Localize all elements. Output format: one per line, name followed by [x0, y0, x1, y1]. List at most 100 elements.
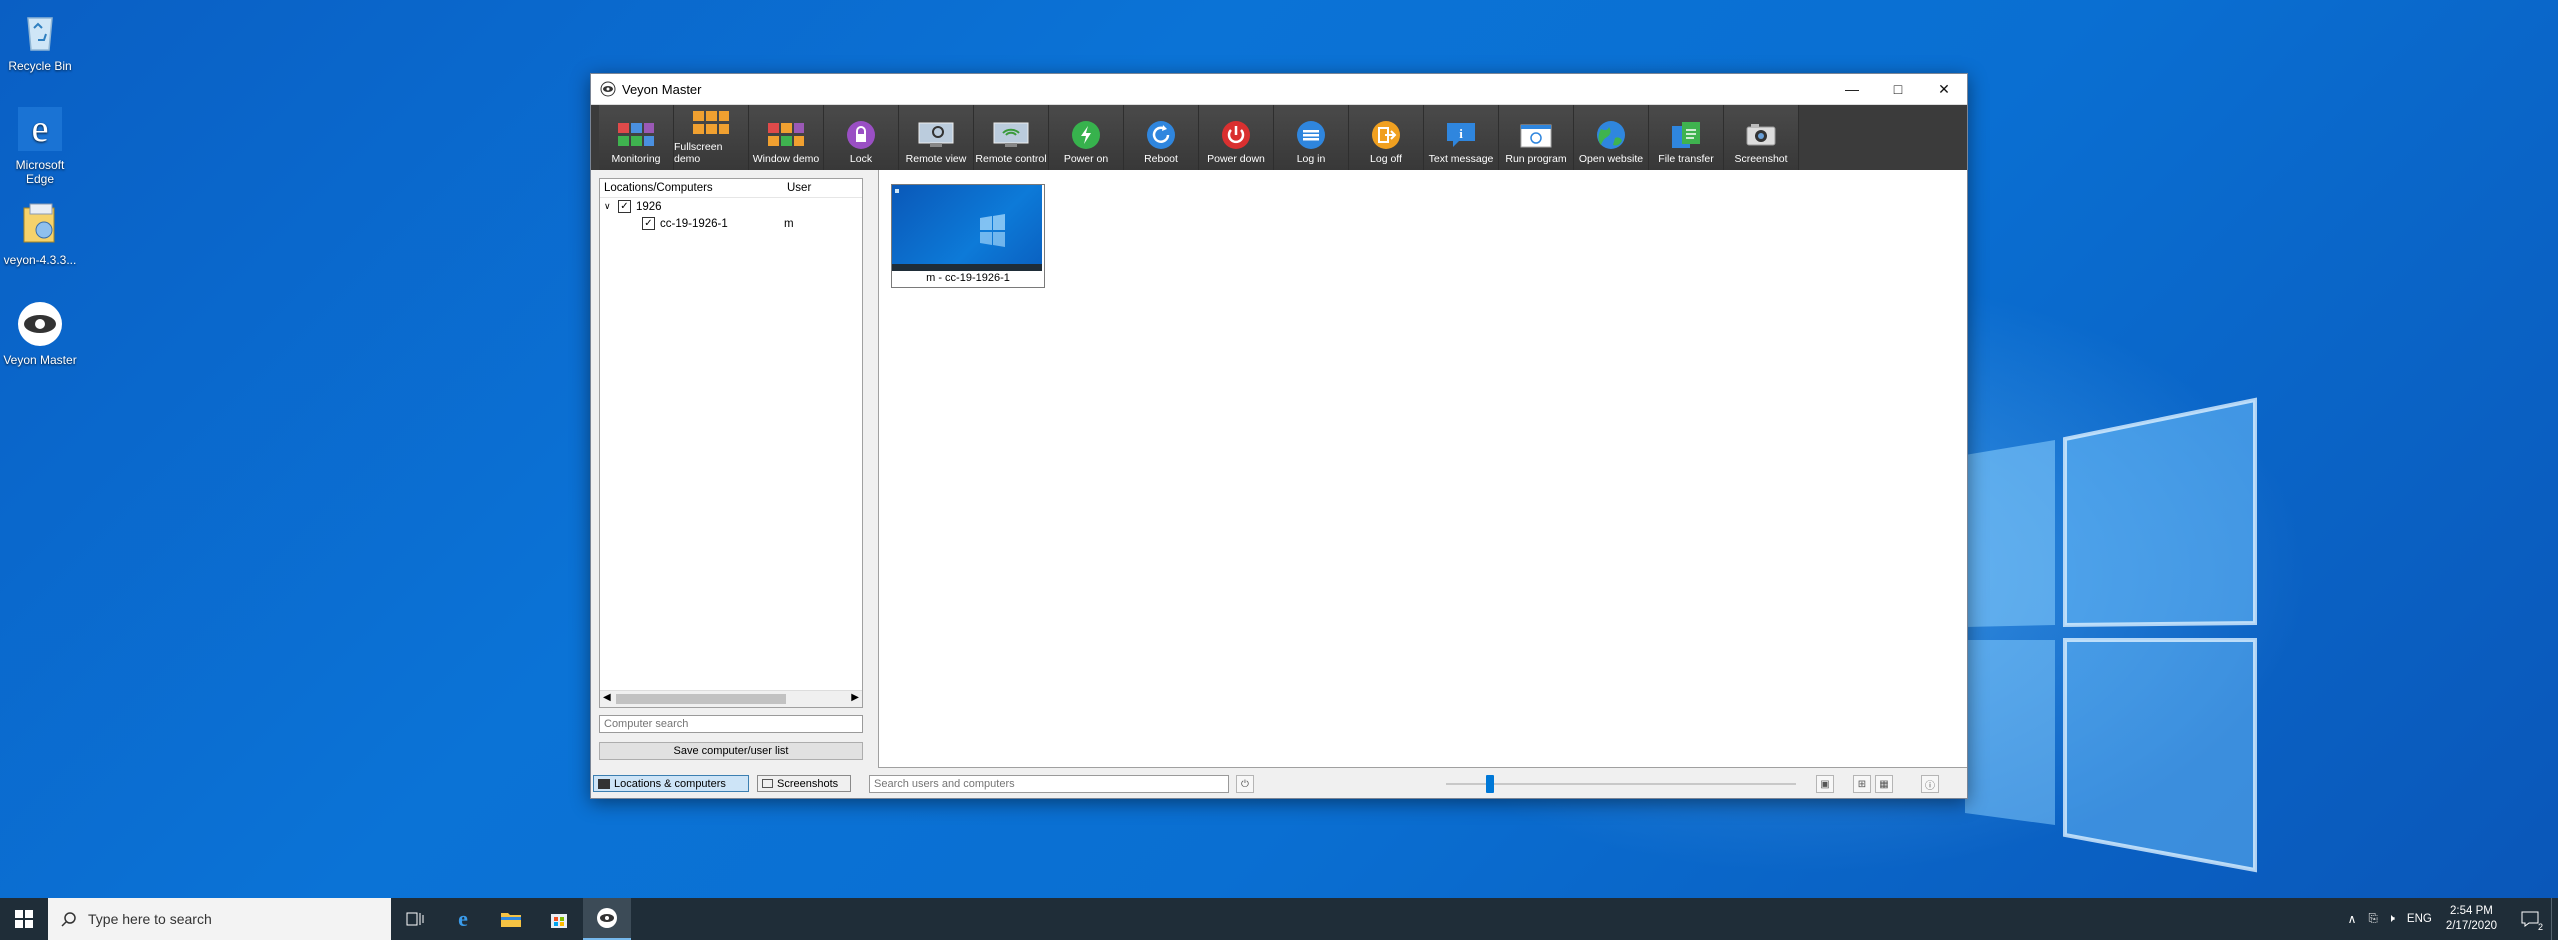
- preview-windows-logo: [892, 189, 1042, 271]
- scroll-left-icon[interactable]: ◀: [603, 692, 611, 703]
- desktop-icon-recycle-bin[interactable]: Recycle Bin: [0, 6, 80, 73]
- toolbar-file-transfer-button[interactable]: File transfer: [1649, 105, 1724, 170]
- toolbar-label: Text message: [1428, 153, 1494, 165]
- task-view-button[interactable]: [391, 898, 439, 940]
- desktop-icon-label: Microsoft Edge: [15, 158, 65, 186]
- desktop-icon-label: Veyon Master: [3, 353, 77, 367]
- action-center-button[interactable]: 2: [2515, 898, 2545, 940]
- minimize-button[interactable]: —: [1829, 74, 1875, 104]
- zoom-slider-track[interactable]: [1446, 783, 1796, 785]
- search-users-computers-input[interactable]: [869, 775, 1229, 793]
- clock[interactable]: 2:54 PM 2/17/2020: [2446, 904, 2497, 934]
- toolbar-window-demo-button[interactable]: Window demo: [749, 105, 824, 170]
- toolbar-lock-button[interactable]: Lock: [824, 105, 899, 170]
- windows-start-icon: [15, 910, 33, 928]
- desktop-icon-veyon-master[interactable]: Veyon Master: [0, 300, 80, 367]
- open-website-icon: [1597, 121, 1625, 149]
- edge-icon: e: [18, 107, 62, 151]
- power-on-icon: [1072, 121, 1100, 149]
- scrollbar-thumb[interactable]: [616, 694, 786, 704]
- toolbar-label: Screenshot: [1734, 153, 1788, 165]
- toolbar-reboot-button[interactable]: Reboot: [1124, 105, 1199, 170]
- toolbar-label: Reboot: [1144, 153, 1178, 165]
- fullscreen-demo-icon: [693, 111, 729, 134]
- run-program-icon: [1520, 124, 1552, 148]
- language-indicator[interactable]: ENG: [2407, 913, 2432, 925]
- toolbar-label: Lock: [849, 153, 873, 165]
- file-transfer-icon: [1672, 122, 1700, 148]
- align-grid-button[interactable]: ▦: [1875, 775, 1893, 793]
- tab-screenshots[interactable]: Screenshots: [757, 775, 851, 792]
- taskbar-search-box[interactable]: Type here to search: [48, 898, 391, 940]
- taskbar-file-explorer-button[interactable]: [487, 898, 535, 940]
- network-icon[interactable]: ⎘: [2368, 913, 2377, 926]
- taskbar-edge-button[interactable]: e: [439, 898, 487, 940]
- toolbar-monitoring-button[interactable]: Monitoring: [599, 105, 674, 170]
- horizontal-scrollbar[interactable]: ◀ ▶: [600, 690, 862, 707]
- maximize-icon: □: [1893, 81, 1903, 97]
- about-button[interactable]: ⓘ: [1921, 775, 1939, 793]
- toolbar-label: Log off: [1370, 153, 1402, 165]
- toolbar-label: Power down: [1207, 153, 1265, 165]
- computer-tile[interactable]: m - cc-19-1926-1: [891, 184, 1045, 288]
- toolbar-open-website-button[interactable]: Open website: [1574, 105, 1649, 170]
- veyon-eye-icon: [18, 302, 62, 346]
- save-computer-user-list-button[interactable]: Save computer/user list: [599, 742, 863, 760]
- location-checkbox[interactable]: ✓: [618, 200, 631, 213]
- notification-icon: [2521, 911, 2539, 927]
- tree-row-location[interactable]: ∨ ✓ 1926: [600, 198, 862, 215]
- toolbar-run-program-button[interactable]: Run program: [1499, 105, 1574, 170]
- task-view-icon: [406, 912, 424, 926]
- toolbar-label: Run program: [1505, 153, 1567, 165]
- status-bar: Locations & computers Screenshots ⏻ ▣ ⊞ …: [591, 768, 1967, 798]
- computer-checkbox[interactable]: ✓: [642, 217, 655, 230]
- toolbar-remote-view-button[interactable]: Remote view: [899, 105, 974, 170]
- reboot-icon: [1147, 121, 1175, 149]
- computer-name: cc-19-1926-1: [660, 217, 728, 230]
- toolbar-screenshot-button[interactable]: Screenshot: [1724, 105, 1799, 170]
- veyon-eye-icon: [597, 908, 617, 928]
- taskbar-store-button[interactable]: [535, 898, 583, 940]
- toolbar-log-off-button[interactable]: Log off: [1349, 105, 1424, 170]
- tab-label: Locations & computers: [614, 777, 726, 790]
- toolbar-label: Open website: [1578, 153, 1644, 165]
- start-button[interactable]: [0, 898, 48, 940]
- location-name: 1926: [636, 200, 662, 213]
- toolbar-log-in-button[interactable]: Log in: [1274, 105, 1349, 170]
- column-locations-computers[interactable]: Locations/Computers: [600, 182, 787, 194]
- power-icon: ⏻: [1241, 778, 1249, 790]
- close-icon: ✕: [1938, 80, 1950, 97]
- toolbar-power-down-button[interactable]: Power down: [1199, 105, 1274, 170]
- remote-view-icon: [918, 122, 954, 147]
- toolbar-power-on-button[interactable]: Power on: [1049, 105, 1124, 170]
- toolbar-label: Log in: [1296, 153, 1326, 165]
- show-hidden-icons-chevron-icon[interactable]: ∧: [2348, 912, 2357, 926]
- toolbar-remote-control-button[interactable]: Remote control: [974, 105, 1049, 170]
- custom-arrangement-button[interactable]: ⊞: [1853, 775, 1871, 793]
- desktop-icon-veyon-installer[interactable]: veyon-4.3.3...: [0, 200, 80, 267]
- title-bar[interactable]: Veyon Master — □ ✕: [591, 74, 1967, 105]
- scroll-right-icon[interactable]: ▶: [851, 692, 859, 703]
- chevron-down-icon[interactable]: ∨: [600, 201, 618, 212]
- zoom-slider-handle[interactable]: [1486, 775, 1494, 793]
- show-desktop-button[interactable]: [2551, 898, 2558, 940]
- taskbar-veyon-master-button[interactable]: [583, 898, 631, 940]
- toolbar-text-message-button[interactable]: i Text message: [1424, 105, 1499, 170]
- volume-icon[interactable]: 🕨: [2388, 913, 2395, 926]
- column-user[interactable]: User: [787, 182, 811, 194]
- computer-screen-preview: [892, 185, 1042, 271]
- auto-adjust-button[interactable]: ▣: [1816, 775, 1834, 793]
- maximize-button[interactable]: □: [1875, 74, 1921, 104]
- tree-row-computer[interactable]: ✓ cc-19-1926-1 m: [600, 215, 862, 232]
- desktop-icon-edge[interactable]: e Microsoft Edge: [0, 105, 80, 186]
- toolbar-label: Remote view: [905, 153, 967, 165]
- lock-icon: [847, 121, 875, 149]
- computer-search-input[interactable]: [599, 715, 863, 733]
- tab-locations-computers[interactable]: Locations & computers: [593, 775, 749, 792]
- toolbar-label: Power on: [1063, 153, 1109, 165]
- desktop-icon-label: Recycle Bin: [8, 59, 72, 73]
- toolbar-fullscreen-demo-button[interactable]: Fullscreen demo: [674, 105, 749, 170]
- edge-icon: e: [458, 906, 468, 931]
- close-button[interactable]: ✕: [1921, 74, 1967, 104]
- power-filter-button[interactable]: ⏻: [1236, 775, 1254, 793]
